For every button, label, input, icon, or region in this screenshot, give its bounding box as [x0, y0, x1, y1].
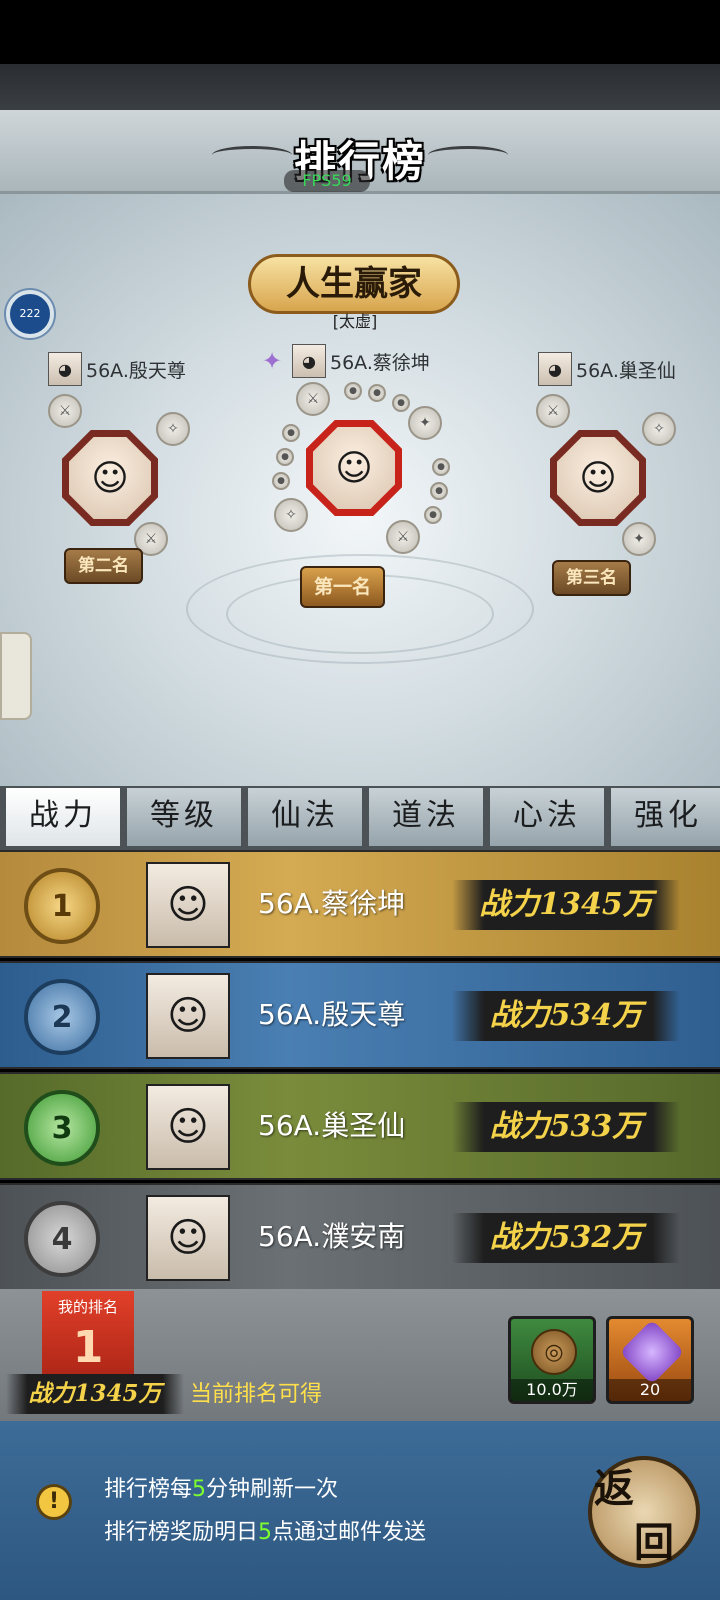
podium-third-portrait[interactable]: ☺ — [550, 430, 646, 526]
podium-third-name-text: 56A.巢圣仙 — [576, 359, 676, 382]
equipment-icon[interactable]: ⚔ — [536, 394, 570, 428]
power-value: 战力1345万 — [452, 880, 680, 930]
status-bar — [0, 0, 720, 64]
tab-level[interactable]: 等级 — [125, 786, 243, 848]
copper-coin-icon: ◎ — [531, 1329, 577, 1375]
reward-item-gem[interactable]: 20 — [606, 1316, 694, 1404]
purple-gem-icon — [619, 1319, 685, 1385]
avatar: ☺ — [146, 973, 230, 1059]
rank-medal-icon: 1 — [24, 868, 100, 944]
podium-first-badge: 第一名 — [300, 566, 386, 608]
info-refresh-line: 排行榜每5分钟刷新一次 — [104, 1471, 338, 1503]
info-number: 5 — [258, 1520, 273, 1545]
info-text: 分钟刷新一次 — [206, 1477, 339, 1502]
floating-assistant-ball[interactable]: 222 — [6, 290, 54, 338]
power-value: 战力533万 — [452, 1102, 680, 1152]
tab-dao-arts[interactable]: 道法 — [367, 786, 485, 848]
table-row[interactable]: 4 ☺ 56A.濮安南 战力532万 — [0, 1183, 720, 1291]
character-icon: ☺ — [69, 437, 151, 519]
power-value: 战力534万 — [452, 991, 680, 1041]
avatar: ◕ — [292, 344, 326, 378]
exclamation-icon: ! — [36, 1484, 72, 1520]
avatar: ☺ — [146, 1195, 230, 1281]
rank-medal-icon: 4 — [24, 1201, 100, 1277]
orb-icon: ● — [368, 384, 386, 402]
orb-icon: ● — [272, 472, 290, 490]
fps-counter: FPS59 — [284, 170, 370, 192]
character-icon: ☺ — [313, 427, 395, 509]
equipment-icon[interactable]: ⚔ — [386, 520, 420, 554]
podium-second-badge: 第二名 — [64, 548, 143, 584]
podium-third-name[interactable]: ◕ 56A.巢圣仙 — [538, 352, 676, 386]
orb-icon: ● — [276, 448, 294, 466]
equipment-icon[interactable]: ✧ — [274, 498, 308, 532]
table-row[interactable]: 2 ☺ 56A.殷天尊 战力534万 — [0, 961, 720, 1069]
equipment-icon[interactable]: ⚔ — [296, 382, 330, 416]
table-row[interactable]: 3 ☺ 56A.巢圣仙 战力533万 — [0, 1072, 720, 1180]
avatar: ☺ — [146, 1084, 230, 1170]
equipment-icon[interactable]: ✦ — [622, 522, 656, 556]
return-label-2: 回 — [634, 1519, 674, 1566]
character-icon: ☺ — [557, 437, 639, 519]
orb-icon: ● — [430, 482, 448, 500]
reward-caption: 当前排名可得 — [190, 1382, 323, 1407]
podium-second-name-text: 56A.殷天尊 — [86, 359, 186, 382]
player-name: 56A.濮安南 — [258, 1220, 406, 1253]
avatar: ◕ — [538, 352, 572, 386]
player-name: 56A.殷天尊 — [258, 998, 406, 1031]
tab-power[interactable]: 战力 — [4, 786, 122, 848]
avatar: ☺ — [146, 862, 230, 948]
equipment-icon[interactable]: ✦ — [408, 406, 442, 440]
player-name: 56A.蔡徐坤 — [258, 887, 406, 920]
podium-first-name[interactable]: ✦ ◕ 56A.蔡徐坤 — [256, 344, 430, 378]
orb-icon: ● — [424, 506, 442, 524]
rank-emblem-icon: ✦ — [261, 347, 283, 375]
equipment-icon[interactable]: ⚔ — [48, 394, 82, 428]
top-shade — [0, 64, 720, 110]
ranking-tabs: 战力 等级 仙法 道法 心法 强化 — [0, 786, 720, 850]
table-row[interactable]: 1 ☺ 56A.蔡徐坤 战力1345万 — [0, 850, 720, 958]
equipment-icon[interactable]: ✧ — [156, 412, 190, 446]
orb-icon: ● — [282, 424, 300, 442]
power-value: 战力532万 — [452, 1213, 680, 1263]
info-number: 5 — [192, 1477, 207, 1502]
podium-third-badge: 第三名 — [552, 560, 631, 596]
avatar: ◕ — [48, 352, 82, 386]
orb-icon: ● — [432, 458, 450, 476]
podium-first-name-text: 56A.蔡徐坤 — [330, 351, 430, 374]
orb-icon: ● — [344, 382, 362, 400]
floating-side-tab[interactable] — [0, 632, 32, 720]
winner-subtitle: [太虚] — [332, 312, 378, 331]
info-reward-line: 排行榜奖励明日5点通过邮件发送 — [104, 1514, 426, 1546]
reward-count: 20 — [609, 1379, 691, 1401]
tab-mind-arts[interactable]: 心法 — [488, 786, 606, 848]
tab-enhance[interactable]: 强化 — [609, 786, 720, 848]
return-button[interactable]: 返 回 — [588, 1456, 700, 1568]
info-text: 点通过邮件发送 — [272, 1520, 427, 1545]
return-label-1: 返 — [594, 1465, 634, 1512]
rank-medal-icon: 3 — [24, 1090, 100, 1166]
tab-immortal-arts[interactable]: 仙法 — [246, 786, 364, 848]
info-text: 排行榜奖励明日 — [104, 1520, 259, 1545]
rank-medal-icon: 2 — [24, 979, 100, 1055]
reward-count: 10.0万 — [511, 1379, 593, 1401]
winner-banner: 人生赢家 — [248, 254, 460, 314]
equipment-icon[interactable]: ✧ — [642, 412, 676, 446]
my-rank-number: 1 — [72, 1322, 104, 1373]
my-rank-label: 我的排名 — [57, 1298, 118, 1316]
orb-icon: ● — [392, 394, 410, 412]
my-power-value: 战力1345万 — [6, 1374, 184, 1414]
player-name: 56A.巢圣仙 — [258, 1109, 406, 1142]
podium-second-name[interactable]: ◕ 56A.殷天尊 — [48, 352, 186, 386]
info-text: 排行榜每 — [104, 1477, 193, 1502]
reward-item-coin[interactable]: ◎ 10.0万 — [508, 1316, 596, 1404]
